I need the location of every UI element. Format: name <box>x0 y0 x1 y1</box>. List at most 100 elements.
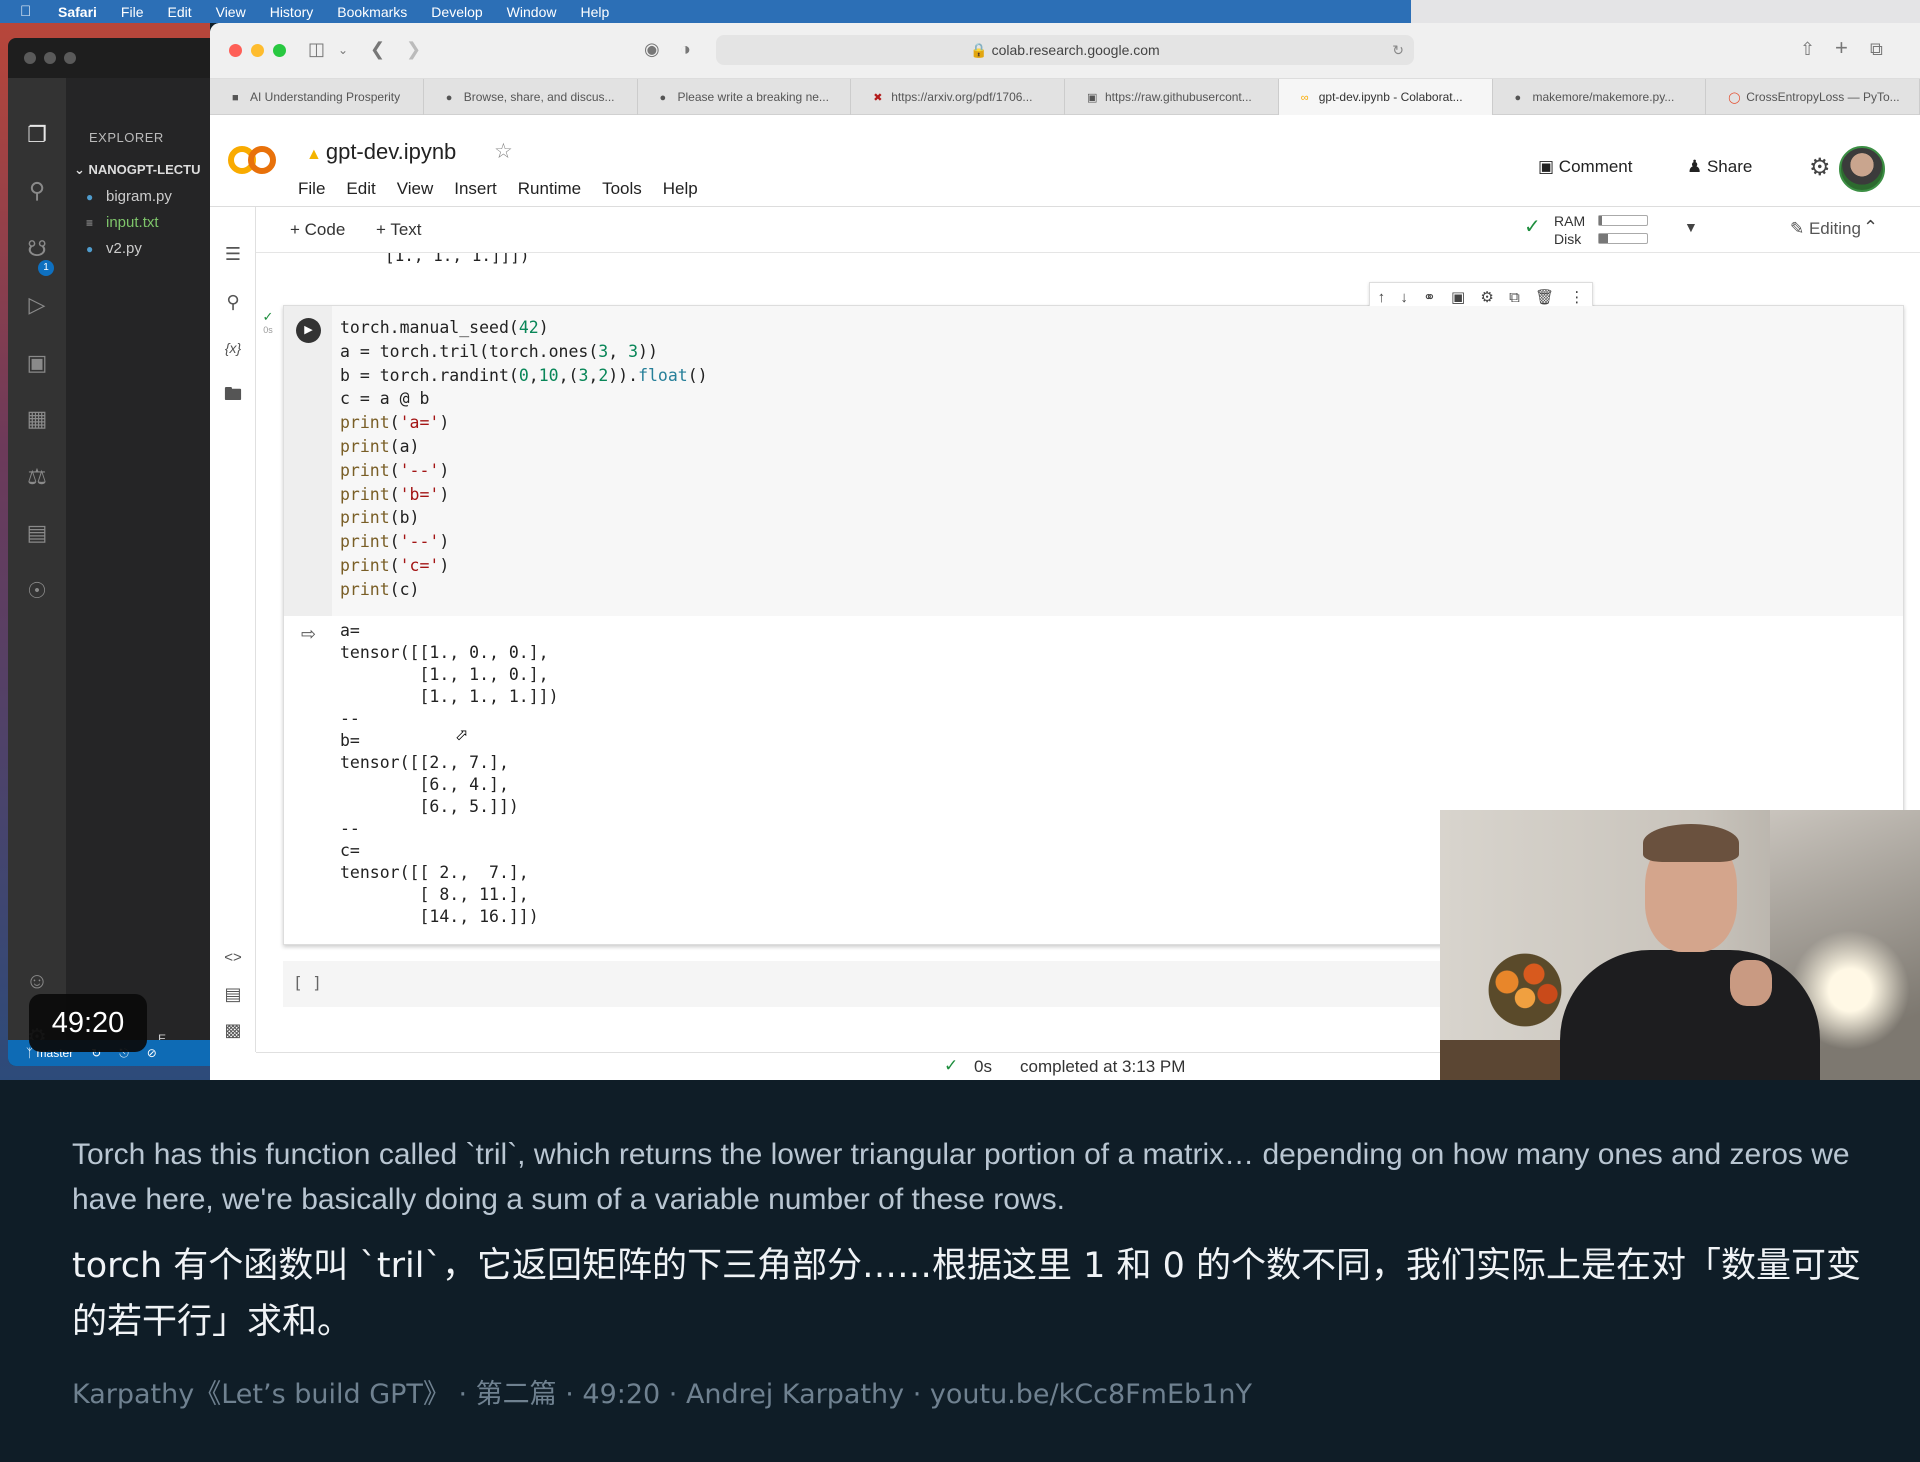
menubar-item-edit[interactable]: Edit <box>167 4 191 20</box>
folder-icon[interactable]: 🖿 <box>222 383 244 405</box>
explorer-folder[interactable]: ⌄ NANOGPT-LECTU <box>74 162 200 178</box>
safari-toolbar: ◫ ⌄ ❮ ❯ ◉ ◑ 🔒 colab.research.google.com … <box>210 23 1920 79</box>
chevron-down-icon: ⌄ <box>74 162 89 177</box>
source-control-badge: 1 <box>38 260 54 276</box>
tab-favicon: ◯ <box>1728 92 1741 104</box>
shield-icon[interactable]: ◑ <box>680 39 691 60</box>
command-palette-icon[interactable]: ▤ <box>222 983 244 1005</box>
exec-status: ✓ 0s <box>257 309 279 335</box>
comment-icon[interactable]: ▣ <box>1451 288 1465 306</box>
more-vertical-icon[interactable]: ⋮ <box>1569 288 1584 306</box>
share-button[interactable]: ♟ Share <box>1687 157 1752 177</box>
safari-tab-bar: ■ AI Understanding Prosperity ● Browse, sh… <box>210 79 1920 115</box>
menubar-item-develop[interactable]: Develop <box>431 4 482 20</box>
add-text-button[interactable]: + Text <box>376 220 422 240</box>
menubar-item-bookmarks[interactable]: Bookmarks <box>337 4 407 20</box>
chevron-up-icon[interactable]: ⌃ <box>1863 217 1878 238</box>
move-up-icon[interactable]: ↑ <box>1378 289 1386 306</box>
menubar-item-window[interactable]: Window <box>507 4 557 20</box>
git-graph-icon[interactable]: ☉ <box>24 578 50 604</box>
python-file-icon: ● <box>86 242 94 256</box>
colab-menu-runtime[interactable]: Runtime <box>518 179 581 199</box>
search-icon[interactable]: ⚲ <box>222 291 244 313</box>
colab-menu-file[interactable]: File <box>298 179 325 199</box>
variables-icon[interactable]: {x} <box>222 337 244 359</box>
forward-icon[interactable]: ❯ <box>406 39 421 60</box>
terminal-icon[interactable]: ▩ <box>222 1019 244 1041</box>
testing-icon[interactable]: ⚖ <box>24 464 50 490</box>
browser-tab[interactable]: ◯ CrossEntropyLoss — PyTo... <box>1706 79 1920 115</box>
output-menu-icon[interactable]: ⇨ <box>301 624 316 645</box>
browser-tab[interactable]: ▣ https://raw.githubusercont... <box>1065 79 1279 115</box>
colab-menu-tools[interactable]: Tools <box>602 179 642 199</box>
caret-down-icon[interactable]: ▼ <box>1684 219 1698 235</box>
remote-explorer-icon[interactable]: ▣ <box>24 350 50 376</box>
code-editor[interactable]: torch.manual_seed(42) a = torch.tril(tor… <box>332 306 1903 616</box>
resource-monitor[interactable]: ✓ RAM Disk <box>1524 212 1648 248</box>
colab-menu-insert[interactable]: Insert <box>454 179 497 199</box>
menubar-item-history[interactable]: History <box>270 4 314 20</box>
menubar-item-help[interactable]: Help <box>580 4 609 20</box>
run-debug-icon[interactable]: ▷ <box>24 292 50 318</box>
browser-tab[interactable]: ● makemore/makemore.py... <box>1493 79 1707 115</box>
back-icon[interactable]: ❮ <box>370 39 385 60</box>
star-icon[interactable]: ☆ <box>494 139 513 164</box>
run-cell-button[interactable]: ▶ <box>296 318 321 343</box>
code-snippets-icon[interactable]: <> <box>222 947 244 969</box>
browser-tab[interactable]: ● Please write a breaking ne... <box>638 79 852 115</box>
colab-logo-icon[interactable] <box>227 145 277 175</box>
minimize-window-button[interactable] <box>251 44 264 57</box>
new-tab-icon[interactable]: + <box>1835 35 1848 61</box>
editing-mode-button[interactable]: ✎ Editing <box>1790 219 1861 239</box>
colab-menu-help[interactable]: Help <box>663 179 698 199</box>
colab-menu-view[interactable]: View <box>397 179 434 199</box>
comment-button[interactable]: ▣ Comment <box>1538 157 1632 177</box>
tab-title: Please write a breaking ne... <box>677 90 829 104</box>
zoom-window-button[interactable] <box>273 44 286 57</box>
tab-favicon: ● <box>445 92 453 104</box>
mirror-cell-icon[interactable]: ⧉ <box>1509 289 1520 306</box>
problems-icon[interactable]: ⊘ <box>147 1046 157 1060</box>
browser-tab-active[interactable]: ∞ gpt-dev.ipynb - Colaborat... <box>1278 79 1493 115</box>
status-completed-text[interactable]: completed at 3:13 PM <box>1020 1057 1185 1077</box>
source-control-icon[interactable]: ☋ <box>24 236 50 262</box>
menubar-item-view[interactable]: View <box>216 4 246 20</box>
privacy-report-icon[interactable]: ◉ <box>644 39 660 60</box>
address-bar[interactable]: 🔒 colab.research.google.com ↻ <box>716 35 1414 65</box>
apple-icon[interactable]:  <box>20 3 40 20</box>
browser-tab[interactable]: ● Browse, share, and discus... <box>424 79 638 115</box>
notebook-icon[interactable]: ▤ <box>24 520 50 546</box>
user-avatar[interactable] <box>1839 146 1885 192</box>
notebook-title[interactable]: ▲ gpt-dev.ipynb <box>306 139 456 165</box>
colab-menu-edit[interactable]: Edit <box>346 179 375 199</box>
tab-overview-icon[interactable]: ⧉ <box>1870 39 1883 60</box>
close-window-button[interactable] <box>229 44 242 57</box>
explorer-file-bigram[interactable]: ● bigram.py <box>86 188 172 205</box>
link-icon[interactable]: ⚭ <box>1423 288 1436 306</box>
gear-icon[interactable]: ⚙ <box>1480 288 1493 306</box>
add-code-button[interactable]: + Code <box>290 220 345 240</box>
explorer-file-v2[interactable]: ● v2.py <box>86 240 142 257</box>
vscode-window-controls[interactable] <box>24 52 76 64</box>
delete-icon[interactable]: 🗑 <box>1535 288 1554 306</box>
explorer-file-input[interactable]: ≡ input.txt <box>86 214 159 231</box>
share-icon[interactable]: ⇧ <box>1800 39 1815 60</box>
menubar-app-name[interactable]: Safari <box>58 4 97 20</box>
vscode-activity-bar: ❐ ⚲ ☋ 1 ▷ ▣ ▦ ⚖ ▤ ☉ ☺ ⚙ <box>8 78 66 1066</box>
table-of-contents-icon[interactable]: ☰ <box>222 243 244 265</box>
exec-time: 0s <box>263 325 273 335</box>
browser-tab[interactable]: ■ AI Understanding Prosperity <box>210 79 424 115</box>
search-icon[interactable]: ⚲ <box>24 178 50 204</box>
settings-gear-icon[interactable]: ⚙ <box>1809 153 1831 182</box>
extensions-icon[interactable]: ▦ <box>24 406 50 432</box>
menubar-item-file[interactable]: File <box>121 4 144 20</box>
webcam-flowers <box>1480 950 1570 1030</box>
move-down-icon[interactable]: ↓ <box>1400 289 1408 306</box>
sidebar-toggle-icon[interactable]: ◫ <box>308 39 325 60</box>
accounts-icon[interactable]: ☺ <box>24 968 50 994</box>
browser-tab[interactable]: ✖ https://arxiv.org/pdf/1706... <box>851 79 1065 115</box>
status-duration: 0s <box>974 1057 992 1076</box>
chevron-down-icon[interactable]: ⌄ <box>338 43 348 57</box>
files-icon[interactable]: ❐ <box>24 122 50 148</box>
reload-icon[interactable]: ↻ <box>1392 35 1404 65</box>
